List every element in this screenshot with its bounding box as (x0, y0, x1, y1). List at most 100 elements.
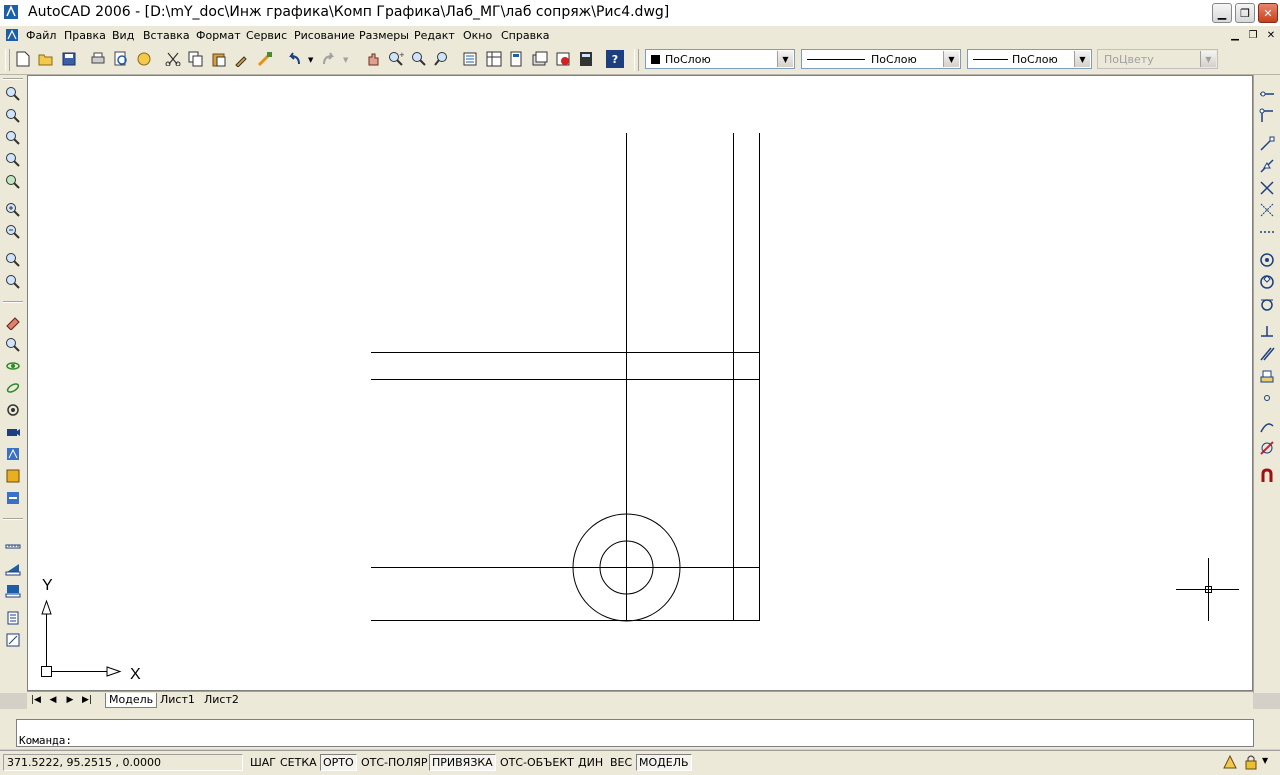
match-properties-icon[interactable] (233, 50, 251, 68)
doc-restore-button[interactable]: ❐ (1246, 28, 1260, 42)
zoom-window-icon[interactable] (4, 85, 22, 103)
snap-insert-icon[interactable] (1258, 367, 1276, 385)
zoom-realtime-icon[interactable] (4, 335, 22, 353)
zoom-realtime-icon[interactable]: + (387, 50, 405, 68)
help-icon[interactable]: ? (606, 50, 624, 68)
communication-center-icon[interactable] (1222, 754, 1238, 770)
zoom-extents-icon[interactable] (4, 273, 22, 291)
free-orbit-icon[interactable] (4, 379, 22, 397)
menu-draw[interactable]: Рисование (294, 29, 355, 42)
first-tab-icon[interactable]: |◀ (29, 693, 43, 707)
snap-tangent-icon[interactable] (1258, 295, 1276, 313)
toolbar-grip[interactable] (3, 301, 23, 303)
open-icon[interactable] (37, 50, 55, 68)
otrack-toggle[interactable]: ОТС-ОБЪЕКТ (497, 754, 577, 771)
snap-center-icon[interactable] (1258, 251, 1276, 269)
menu-help[interactable]: Справка (501, 29, 549, 42)
menu-tools[interactable]: Сервис (246, 29, 287, 42)
block-editor-icon[interactable] (256, 50, 274, 68)
tab-model[interactable]: Модель (105, 693, 158, 708)
next-tab-icon[interactable]: ▶ (63, 693, 77, 707)
area-icon[interactable] (4, 559, 22, 577)
toolbar-grip[interactable] (5, 49, 10, 71)
paste-icon[interactable] (210, 50, 228, 68)
snap-perpendicular-icon[interactable] (1258, 323, 1276, 341)
zoom-previous-icon[interactable] (433, 50, 451, 68)
design-center-icon[interactable] (485, 50, 503, 68)
snap-intersection-icon[interactable] (1258, 179, 1276, 197)
markup-set-manager-icon[interactable] (554, 50, 572, 68)
pan-realtime-icon[interactable] (364, 50, 382, 68)
snap-midpoint-icon[interactable] (1258, 157, 1276, 175)
redo-icon[interactable] (320, 50, 338, 68)
menu-window[interactable]: Окно (463, 29, 492, 42)
osnap-toggle[interactable]: ПРИВЯЗКА (429, 754, 496, 771)
lock-icon[interactable] (1243, 754, 1259, 770)
snap-apparent-intersection-icon[interactable] (1258, 201, 1276, 219)
zoom-window-icon[interactable] (410, 50, 428, 68)
properties-icon[interactable] (462, 50, 480, 68)
region-mass-icon[interactable] (4, 581, 22, 599)
camera-icon[interactable] (4, 423, 22, 441)
color-control[interactable]: ПоСлою ▼ (645, 49, 795, 69)
previous-tab-icon[interactable]: ◀ (46, 693, 60, 707)
dyn-toggle[interactable]: ДИН (575, 754, 606, 771)
snap-quadrant-icon[interactable] (1258, 273, 1276, 291)
autocad-app-icon[interactable] (3, 4, 19, 20)
model-toggle[interactable]: МОДЕЛЬ (636, 754, 692, 771)
temporary-tracking-icon[interactable] (1258, 85, 1276, 103)
linetype-control[interactable]: ПоСлою ▼ (801, 49, 961, 69)
minimize-button[interactable]: ▁ (1212, 3, 1232, 23)
snap-node-icon[interactable] (1258, 389, 1276, 407)
close-button[interactable]: ✕ (1258, 3, 1278, 23)
doc-close-button[interactable]: ✕ (1264, 28, 1278, 42)
zoom-out-icon[interactable] (4, 223, 22, 241)
snap-nearest-icon[interactable] (1258, 417, 1276, 435)
zoom-dynamic-icon[interactable] (4, 107, 22, 125)
menu-view[interactable]: Вид (112, 29, 134, 42)
drawing-area[interactable]: Y X (27, 75, 1253, 691)
tab-layout2[interactable]: Лист2 (201, 693, 242, 707)
locate-point-icon[interactable] (4, 631, 22, 649)
document-icon[interactable] (5, 28, 19, 42)
last-tab-icon[interactable]: ▶| (80, 693, 94, 707)
distance-icon[interactable] (4, 537, 22, 555)
toolbar-grip[interactable] (3, 518, 23, 520)
fly-icon[interactable] (4, 489, 22, 507)
grid-toggle[interactable]: СЕТКА (277, 754, 320, 771)
chevron-down-icon[interactable]: ▼ (777, 51, 793, 67)
coordinate-readout[interactable]: 371.5222, 95.2515 , 0.0000 (3, 754, 243, 771)
cut-icon[interactable] (164, 50, 182, 68)
snap-extension-icon[interactable] (1258, 223, 1276, 241)
pan-icon[interactable] (4, 313, 22, 331)
chevron-down-icon[interactable]: ▼ (1074, 51, 1090, 67)
snap-none-icon[interactable] (1258, 439, 1276, 457)
restore-button[interactable]: ❐ (1235, 3, 1255, 23)
menu-format[interactable]: Формат (196, 29, 241, 42)
zoom-object-icon[interactable] (4, 173, 22, 191)
plot-preview-icon[interactable] (112, 50, 130, 68)
chevron-down-icon[interactable]: ▼ (943, 51, 959, 67)
zoom-scale-icon[interactable] (4, 129, 22, 147)
undo-icon[interactable] (285, 50, 303, 68)
copy-icon[interactable] (187, 50, 205, 68)
tab-layout1[interactable]: Лист1 (157, 693, 198, 707)
calculator-icon[interactable] (577, 50, 595, 68)
snap-parallel-icon[interactable] (1258, 345, 1276, 363)
lineweight-control[interactable]: ПоСлою ▼ (967, 49, 1092, 69)
sheet-set-manager-icon[interactable] (531, 50, 549, 68)
zoom-center-icon[interactable] (4, 151, 22, 169)
walk-icon[interactable] (4, 445, 22, 463)
menu-modify[interactable]: Редакт (414, 29, 455, 42)
status-menu-icon[interactable]: ▼ (1262, 756, 1268, 765)
continuous-orbit-icon[interactable] (4, 401, 22, 419)
osnap-settings-icon[interactable] (1258, 467, 1276, 485)
lwt-toggle[interactable]: ВЕС (607, 754, 635, 771)
list-icon[interactable] (4, 609, 22, 627)
zoom-in-icon[interactable] (4, 201, 22, 219)
drawing-canvas[interactable]: Y X (28, 76, 1252, 690)
tool-palettes-icon[interactable] (508, 50, 526, 68)
snap-endpoint-icon[interactable] (1258, 135, 1276, 153)
new-icon[interactable] (14, 50, 32, 68)
orbit-icon[interactable] (4, 357, 22, 375)
